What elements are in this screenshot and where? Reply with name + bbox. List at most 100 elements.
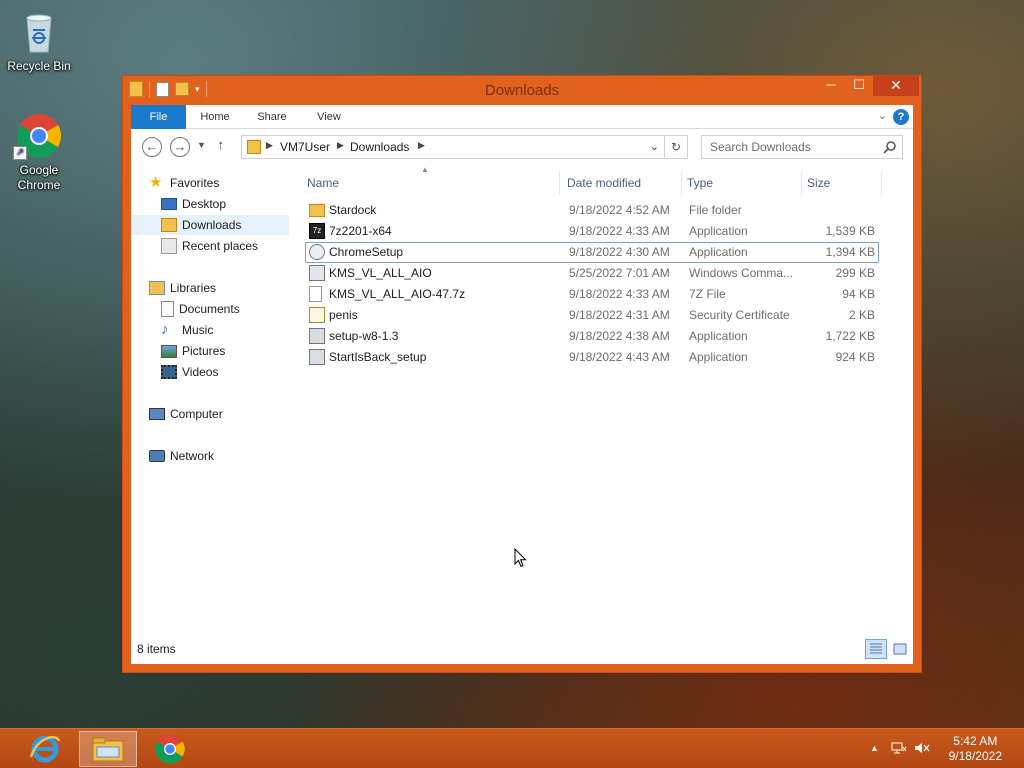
taskbar: ▲ 5:42 AM 9/18/2022 <box>0 728 1024 768</box>
column-header-name[interactable]: Name <box>307 171 339 195</box>
blank-file-icon <box>309 286 322 302</box>
pictures-icon <box>161 344 177 358</box>
folder-icon <box>309 204 325 217</box>
search-input[interactable] <box>701 135 903 159</box>
nav-label: Desktop <box>182 197 227 211</box>
nav-recent-places[interactable]: Recent places <box>161 236 258 256</box>
file-row-chromesetup[interactable]: ChromeSetup 9/18/2022 4:30 AM Applicatio… <box>305 242 879 263</box>
application-icon <box>309 244 325 260</box>
column-divider[interactable] <box>881 171 882 195</box>
file-row-startisback-setup[interactable]: StartIsBack_setup 9/18/2022 4:43 AM Appl… <box>305 347 879 368</box>
file-row-penis[interactable]: penis 9/18/2022 4:31 AM Security Certifi… <box>305 305 879 326</box>
taskbar-google-chrome[interactable] <box>141 731 199 767</box>
large-icons-view-button[interactable] <box>889 639 911 659</box>
title-bar[interactable]: ▾ Downloads ─ ☐ ✕ <box>123 76 921 105</box>
nav-desktop[interactable]: Desktop <box>161 194 226 214</box>
file-row-kms-vl-all-aio[interactable]: KMS_VL_ALL_AIO 5/25/2022 7:01 AM Windows… <box>305 263 879 284</box>
file-date: 9/18/2022 4:52 AM <box>569 203 670 217</box>
show-hidden-icons-chevron-icon[interactable]: ▲ <box>870 743 879 753</box>
file-name: setup-w8-1.3 <box>329 329 399 343</box>
nav-libraries[interactable]: Libraries <box>149 278 216 298</box>
taskbar-file-explorer[interactable] <box>79 731 137 767</box>
file-row-7z2201-x64[interactable]: 7z 7z2201-x64 9/18/2022 4:33 AM Applicat… <box>305 221 879 242</box>
file-type: Application <box>689 224 748 238</box>
item-count: 8 items <box>137 642 176 656</box>
forward-button[interactable]: → <box>170 137 190 157</box>
refresh-button[interactable]: ↻ <box>664 135 688 159</box>
mouse-cursor-icon <box>514 548 527 568</box>
file-size: 299 KB <box>835 266 875 280</box>
desktop-icon-label: Google Chrome <box>17 163 61 192</box>
libraries-icon <box>149 281 165 295</box>
large-icons-view-icon <box>893 643 907 655</box>
nav-label: Music <box>182 323 214 337</box>
address-history-chevron-icon[interactable]: ⌄ <box>650 140 659 153</box>
taskbar-internet-explorer[interactable] <box>16 731 74 767</box>
nav-music[interactable]: ♪ Music <box>161 320 213 340</box>
nav-label: Pictures <box>182 344 226 358</box>
file-name: penis <box>329 308 358 322</box>
installer-icon <box>309 328 325 344</box>
file-date: 9/18/2022 4:33 AM <box>569 224 670 238</box>
maximize-button[interactable]: ☐ <box>845 76 873 96</box>
help-icon[interactable]: ? <box>893 109 909 125</box>
nav-videos[interactable]: Videos <box>161 362 218 382</box>
file-name: Stardock <box>329 203 377 217</box>
file-type: Windows Comma... <box>689 266 794 280</box>
address-bar[interactable]: ▶ VM7User ▶ Downloads ▶ ⌄ <box>241 135 665 159</box>
minimize-button[interactable]: ─ <box>817 76 845 96</box>
column-header-date-modified[interactable]: Date modified <box>567 171 641 195</box>
nav-label: Recent places <box>182 239 259 253</box>
nav-network[interactable]: Network <box>149 446 214 466</box>
nav-downloads[interactable]: Downloads <box>131 215 289 235</box>
file-size: 1,539 KB <box>825 224 875 238</box>
file-name: KMS_VL_ALL_AIO-47.7z <box>329 287 466 301</box>
star-icon: ★ <box>149 174 163 191</box>
tab-file[interactable]: File <box>131 105 186 129</box>
file-row-stardock[interactable]: Stardock 9/18/2022 4:52 AM File folder <box>305 200 879 221</box>
7zip-app-icon: 7z <box>309 223 325 239</box>
tab-home[interactable]: Home <box>193 105 237 129</box>
music-note-icon: ♪ <box>161 321 169 338</box>
file-type: File folder <box>689 203 742 217</box>
search-icon[interactable] <box>883 140 897 154</box>
chrome-icon: ↗ <box>13 112 63 160</box>
expand-ribbon-chevron-icon[interactable]: ⌄ <box>878 109 887 122</box>
nav-pictures[interactable]: Pictures <box>161 341 225 361</box>
file-row-kms-vl-all-aio-7z[interactable]: KMS_VL_ALL_AIO-47.7z 9/18/2022 4:33 AM 7… <box>305 284 879 305</box>
nav-documents[interactable]: Documents <box>161 299 240 319</box>
file-date: 9/18/2022 4:43 AM <box>569 350 670 364</box>
nav-label: Documents <box>179 302 240 316</box>
clock-time: 5:42 AM <box>953 734 998 748</box>
column-header-type[interactable]: Type <box>687 171 713 195</box>
file-row-setup-w8-1-3[interactable]: setup-w8-1.3 9/18/2022 4:38 AM Applicati… <box>305 326 879 347</box>
up-button[interactable]: ↑ <box>217 137 225 154</box>
column-divider[interactable] <box>801 171 802 195</box>
downloads-folder-icon <box>161 218 177 232</box>
network-tray-icon[interactable] <box>891 741 907 758</box>
column-divider[interactable] <box>681 171 682 195</box>
volume-muted-icon[interactable] <box>914 741 930 758</box>
desktop-icon-google-chrome[interactable]: ↗ Google Chrome <box>1 112 77 193</box>
close-button[interactable]: ✕ <box>873 76 919 96</box>
back-button[interactable]: ← <box>142 137 162 157</box>
file-list: ▲ Name Date modified Type Size Stardock … <box>297 165 913 634</box>
breadcrumb-separator-icon: ▶ <box>266 140 273 150</box>
breadcrumb-downloads[interactable]: Downloads <box>350 140 409 154</box>
recent-locations-chevron-icon[interactable]: ▼ <box>197 140 206 150</box>
column-divider[interactable] <box>559 171 560 195</box>
breadcrumb-separator-icon: ▶ <box>418 140 425 150</box>
desktop-icon-recycle-bin[interactable]: Recycle Bin <box>1 8 77 74</box>
file-type: Security Certificate <box>689 308 790 322</box>
nav-favorites[interactable]: ★ Favorites <box>149 173 219 193</box>
details-view-button[interactable] <box>865 639 887 659</box>
column-header-size[interactable]: Size <box>807 171 830 195</box>
breadcrumb-vm7user[interactable]: VM7User <box>280 140 330 154</box>
tab-view[interactable]: View <box>307 105 351 129</box>
nav-computer[interactable]: Computer <box>149 404 223 424</box>
system-clock[interactable]: 5:42 AM 9/18/2022 <box>949 734 1002 764</box>
file-explorer-icon <box>92 737 124 762</box>
file-size: 1,394 KB <box>825 245 875 259</box>
tab-share[interactable]: Share <box>249 105 295 129</box>
file-name: 7z2201-x64 <box>329 224 392 238</box>
